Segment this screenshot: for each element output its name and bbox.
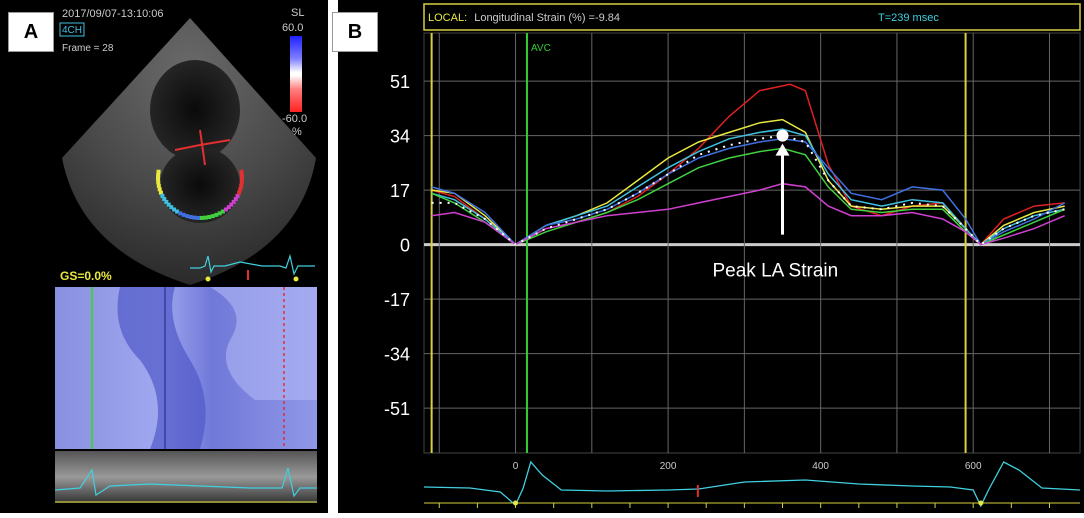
peak-label: Peak LA Strain: [713, 261, 839, 282]
scale-max: 60.0: [282, 22, 303, 34]
la-trace-dot: [239, 176, 244, 181]
y-tick-label: 34: [390, 127, 410, 147]
ecg-marker-1: [205, 276, 211, 282]
avc-label: AVC: [531, 43, 551, 54]
scale-title: SL: [291, 7, 304, 19]
x-tick-labels: 0 200 400 600: [513, 461, 982, 472]
la-trace-dot: [239, 169, 244, 174]
ecg-trace: [423, 460, 1081, 508]
la-trace-dot: [156, 176, 161, 181]
la-trace-dot: [156, 169, 161, 174]
x-tick-label: 400: [812, 461, 829, 472]
la-trace-dot: [203, 215, 208, 220]
ecg-marker: [513, 500, 519, 506]
header-measure: Longitudinal Strain (%) =-9.84: [474, 12, 620, 24]
y-tick-label: 17: [390, 181, 410, 201]
m-mode-strip: [55, 451, 317, 503]
scale-min: -60.0: [282, 113, 307, 125]
x-tick-label: 600: [965, 461, 982, 472]
header-time: T=239 msec: [878, 12, 939, 24]
la-trace-dot: [185, 214, 190, 219]
header-local: LOCAL:: [428, 12, 467, 24]
y-tick-label: 51: [390, 72, 410, 92]
strain-colorbar: [290, 36, 302, 112]
timestamp: 2017/09/07-13:10:06: [62, 8, 164, 20]
ecg-marker-2: [293, 276, 299, 282]
y-tick-label: -51: [384, 399, 410, 419]
la-trace-dot: [210, 214, 215, 219]
la-trace-dot: [207, 215, 212, 220]
x-tick-label: 200: [660, 461, 677, 472]
la-trace-dot: [188, 215, 193, 220]
la-trace-dot: [238, 187, 243, 192]
la-trace-dot: [196, 215, 201, 220]
la-trace-dot: [239, 183, 244, 188]
frame-label: Frame = 28: [62, 43, 114, 54]
la-trace-dot: [239, 173, 244, 178]
bottom-ecg: [423, 460, 1081, 508]
panel-a-canvas: 2017/09/07-13:10:06 4CH Frame = 28 SL 60…: [54, 7, 317, 503]
panel-a-label: A: [8, 12, 54, 52]
la-trace-dot: [181, 212, 186, 217]
marker-lines: [430, 33, 967, 453]
la-trace-dot: [156, 173, 161, 178]
global-strain: GS=0.0%: [60, 269, 112, 283]
panel-b-strain-chart: LOCAL: Longitudinal Strain (%) =-9.84 T=…: [338, 0, 1084, 513]
x-tick-label: 0: [513, 461, 519, 472]
chart-header: LOCAL: Longitudinal Strain (%) =-9.84: [428, 12, 620, 24]
la-trace-dot: [156, 180, 161, 185]
strain-chart: LOCAL: Longitudinal Strain (%) =-9.84 T=…: [384, 3, 1081, 508]
la-trace-dot: [239, 180, 244, 185]
ecg-marker: [978, 500, 984, 506]
la-trace-dot: [199, 215, 204, 220]
peak-point: [776, 129, 789, 142]
scale-unit: %: [292, 126, 302, 138]
view-label: 4CH: [62, 25, 82, 36]
y-tick-label: 0: [400, 236, 410, 256]
panel-b-label: B: [332, 12, 378, 52]
y-tick-label: -17: [384, 290, 410, 310]
peak-annotation: [775, 129, 790, 235]
la-chamber: [160, 147, 240, 223]
y-tick-label: -34: [384, 345, 410, 365]
la-trace-dot: [192, 215, 197, 220]
y-tick-labels: 51 34 17 0 -17 -34 -51: [384, 72, 410, 419]
panel-a-echo: 2017/09/07-13:10:06 4CH Frame = 28 SL 60…: [0, 0, 328, 513]
la-trace-dot: [156, 183, 161, 188]
